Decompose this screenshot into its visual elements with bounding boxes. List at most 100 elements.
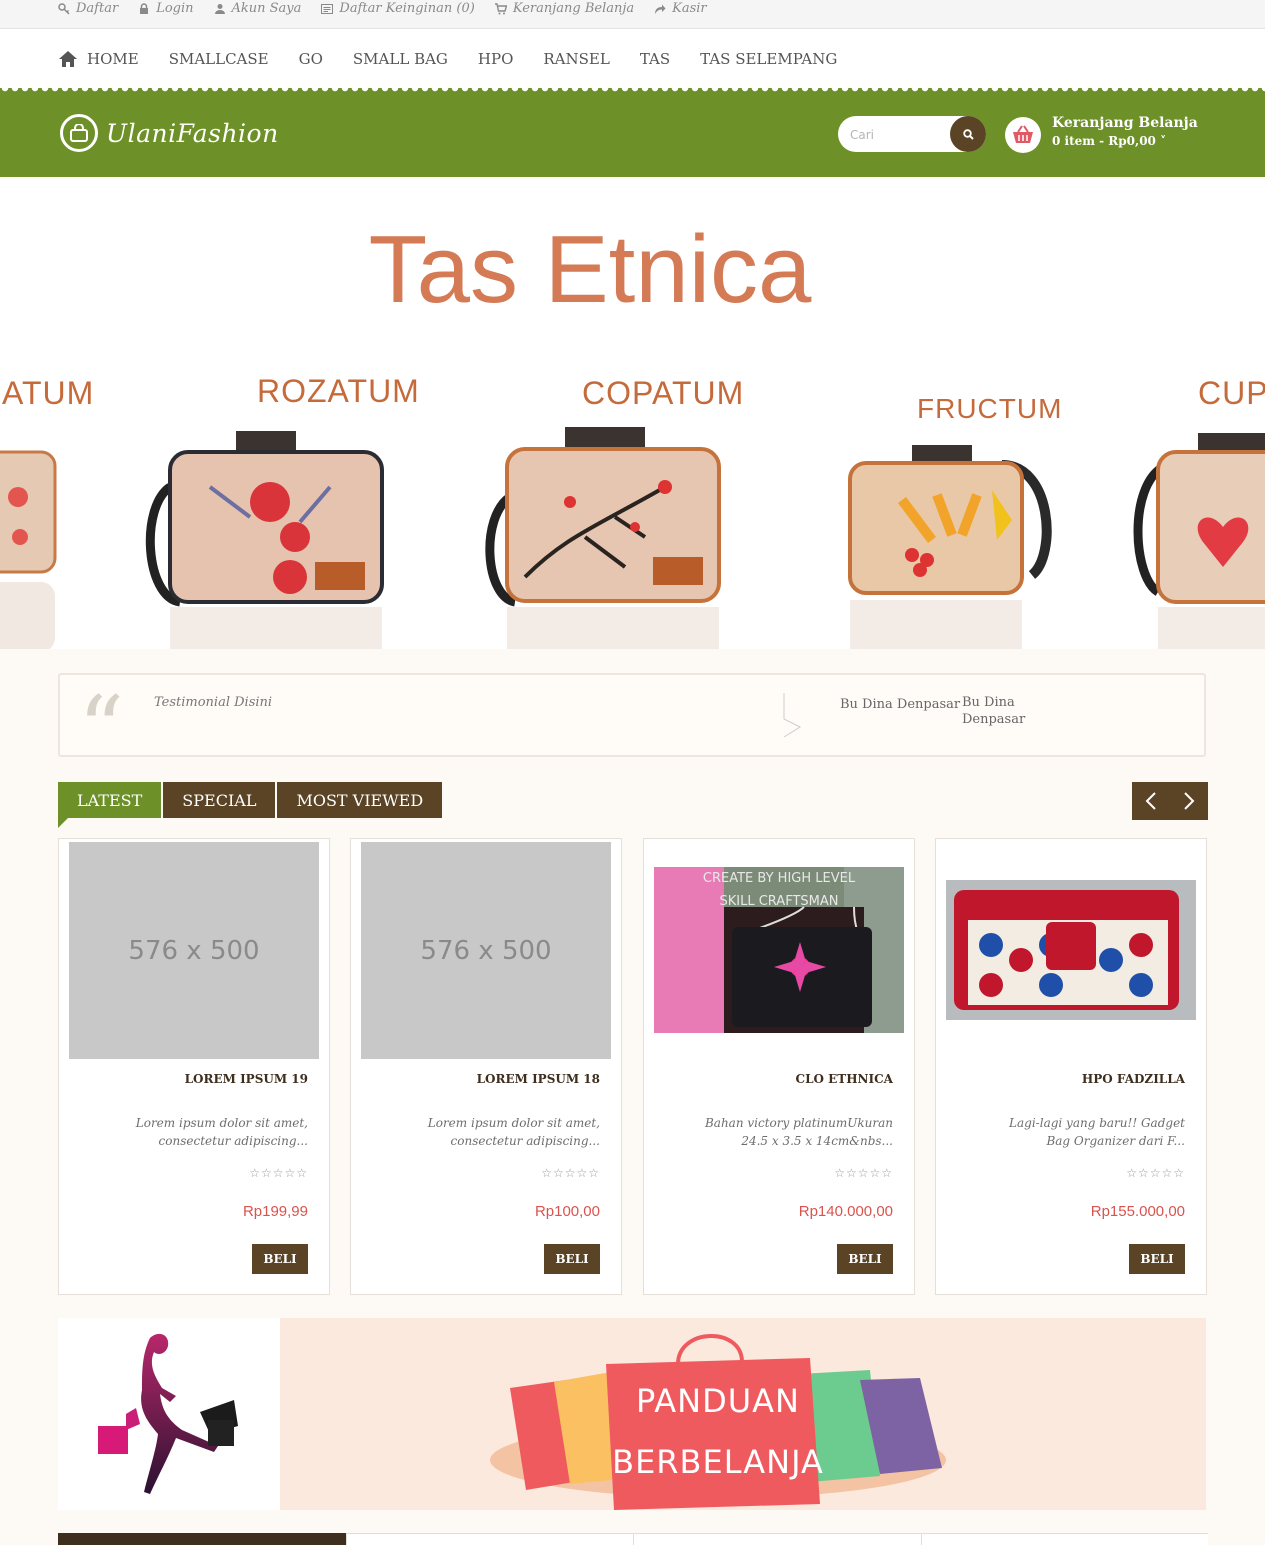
- product-name[interactable]: CLO ETHNICA: [796, 1072, 893, 1086]
- banner-product-name: CUP: [1198, 375, 1265, 411]
- product-image-placeholder[interactable]: 576 x 500: [361, 842, 611, 1059]
- nav-item-label: HOME: [87, 50, 139, 68]
- scallop-border: [0, 88, 1265, 96]
- nav-item-home[interactable]: HOME: [58, 50, 139, 68]
- quote-icon: “: [78, 677, 125, 782]
- tab-special[interactable]: SPECIAL: [163, 782, 276, 818]
- buy-button[interactable]: BELI: [252, 1244, 308, 1274]
- nav-item-hpo[interactable]: HPO: [478, 50, 513, 68]
- nav-item-tas[interactable]: TAS: [640, 50, 670, 68]
- top-bar: Daftar Login Akun Saya Daftar Keinginan …: [0, 0, 1265, 29]
- product-description: Lorem ipsum dolor sit amet, consectetur …: [427, 1116, 600, 1148]
- logo-text: UlaniFashion: [106, 118, 279, 148]
- star-rating: ☆☆☆☆☆: [249, 1166, 308, 1180]
- bag-image: [0, 450, 57, 649]
- bag-image: [1133, 433, 1265, 649]
- bag-logo-icon: [60, 114, 98, 152]
- product-image[interactable]: CREATE BY HIGH LEVEL SKILL CRAFTSMAN: [654, 867, 904, 1033]
- star-rating: ☆☆☆☆☆: [1126, 1166, 1185, 1180]
- top-link-label: Kasir: [672, 1, 707, 16]
- bag-image: [485, 427, 721, 649]
- nav-item-tas-selempang[interactable]: TAS SELEMPANG: [700, 50, 837, 68]
- promo-line-2: BERBELANJA: [612, 1443, 824, 1481]
- product-description: Bahan victory platinumUkuran 24.5 x 3.5 …: [704, 1116, 893, 1148]
- product-name[interactable]: HPO FADZILLA: [1082, 1072, 1185, 1086]
- testimonial-author: Bu Dina Denpasar: [840, 697, 961, 712]
- shopping-guide-banner[interactable]: PANDUAN BERBELANJA: [280, 1318, 1206, 1510]
- testimonial-box: “ Testimonial Disini Bu Dina Denpasar Bu…: [58, 673, 1206, 775]
- top-link-akun[interactable]: Akun Saya: [214, 0, 302, 18]
- top-link-label: Daftar Keinginan (0): [339, 1, 475, 16]
- carousel-arrows: [1132, 782, 1208, 820]
- chevron-left-icon[interactable]: [1132, 782, 1170, 820]
- buy-button[interactable]: BELI: [1129, 1244, 1185, 1274]
- buy-button[interactable]: BELI: [544, 1244, 600, 1274]
- product-price: Rp140.000,00: [798, 1203, 893, 1220]
- top-link-label: Akun Saya: [231, 1, 302, 16]
- basket-icon[interactable]: [1005, 117, 1041, 153]
- nav-item-small-bag[interactable]: SMALL BAG: [353, 50, 448, 68]
- bag-image: [145, 431, 384, 649]
- star-rating: ☆☆☆☆☆: [541, 1166, 600, 1180]
- cart-title[interactable]: Keranjang Belanja: [1052, 115, 1198, 131]
- product-price: Rp199,99: [242, 1203, 308, 1220]
- product-image-placeholder[interactable]: 576 x 500: [69, 842, 319, 1059]
- product-card: HPO FADZILLA Lagi-lagi yang baru!! Gadge…: [935, 838, 1207, 1295]
- user-icon: [214, 3, 226, 15]
- nav-item-ransel[interactable]: RANSEL: [543, 50, 609, 68]
- product-price: Rp155.000,00: [1090, 1203, 1185, 1220]
- promo-line-1: PANDUAN: [636, 1382, 800, 1420]
- product-card: 576 x 500 LOREM IPSUM 19 Lorem ipsum dol…: [58, 838, 330, 1295]
- bottom-tab[interactable]: [58, 1533, 346, 1545]
- product-name[interactable]: LOREM IPSUM 18: [477, 1072, 600, 1086]
- product-image[interactable]: [946, 880, 1196, 1020]
- bottom-tab[interactable]: [345, 1533, 633, 1545]
- top-link-label: Daftar: [76, 1, 119, 16]
- buy-button[interactable]: BELI: [837, 1244, 893, 1274]
- nav-item-go[interactable]: GO: [299, 50, 323, 68]
- speech-tail-icon: [783, 693, 802, 738]
- share-icon: [654, 3, 666, 15]
- hero-banner[interactable]: Tas Etnica ATUM ROZATUM COPATUM FRUCTUM …: [0, 177, 1265, 649]
- bag-image: [848, 445, 1052, 649]
- cart-summary-text: 0 item - Rp0,00: [1052, 134, 1156, 148]
- product-description: Lorem ipsum dolor sit amet, consectetur …: [135, 1116, 308, 1148]
- bottom-tab-strip: [58, 1533, 1208, 1545]
- star-rating: ☆☆☆☆☆: [834, 1166, 893, 1180]
- shopping-woman-icon: [98, 1333, 238, 1494]
- top-link-login[interactable]: Login: [138, 0, 194, 18]
- product-price: Rp100,00: [534, 1203, 600, 1220]
- lock-icon: [138, 3, 150, 15]
- top-link-wishlist[interactable]: Daftar Keinginan (0): [321, 0, 475, 18]
- bottom-tab[interactable]: [920, 1533, 1208, 1545]
- tab-most-viewed[interactable]: MOST VIEWED: [277, 782, 443, 818]
- shopping-lady-banner[interactable]: [58, 1318, 280, 1510]
- site-header: UlaniFashion Keranjang Belanja 0 item - …: [0, 88, 1265, 177]
- banner-product-name: FRUCTUM: [917, 393, 1063, 424]
- tab-latest[interactable]: LATEST: [58, 782, 162, 818]
- image-caption: SKILL CRAFTSMAN: [720, 894, 839, 909]
- banner-title: Tas Etnica: [368, 216, 812, 323]
- top-link-daftar[interactable]: Daftar: [58, 0, 118, 18]
- search-icon: [962, 128, 974, 140]
- nav-item-smallcase[interactable]: SMALLCASE: [169, 50, 269, 68]
- image-caption: CREATE BY HIGH LEVEL: [703, 871, 856, 886]
- key-icon: [58, 3, 70, 15]
- cart-summary[interactable]: 0 item - Rp0,00 ˅: [1052, 134, 1166, 148]
- chevron-right-icon[interactable]: [1170, 782, 1208, 820]
- search-button[interactable]: [950, 116, 986, 152]
- search-box: [838, 116, 986, 152]
- chevron-down-icon: ˅: [1155, 134, 1167, 148]
- top-link-cart[interactable]: Keranjang Belanja: [494, 0, 634, 18]
- bottom-tab[interactable]: [633, 1533, 921, 1545]
- top-link-kasir[interactable]: Kasir: [654, 0, 707, 18]
- banner-product-name: ROZATUM: [257, 373, 420, 409]
- search-input[interactable]: [848, 124, 952, 146]
- product-tabs: LATEST SPECIAL MOST VIEWED: [58, 782, 444, 818]
- site-logo[interactable]: UlaniFashion: [60, 114, 279, 152]
- product-name[interactable]: LOREM IPSUM 19: [185, 1072, 308, 1086]
- cart-icon: [494, 3, 508, 15]
- top-links: Daftar Login Akun Saya Daftar Keinginan …: [58, 0, 727, 28]
- testimonial-author-name: Bu Dina Denpasar: [962, 695, 1026, 727]
- list-icon: [321, 3, 334, 15]
